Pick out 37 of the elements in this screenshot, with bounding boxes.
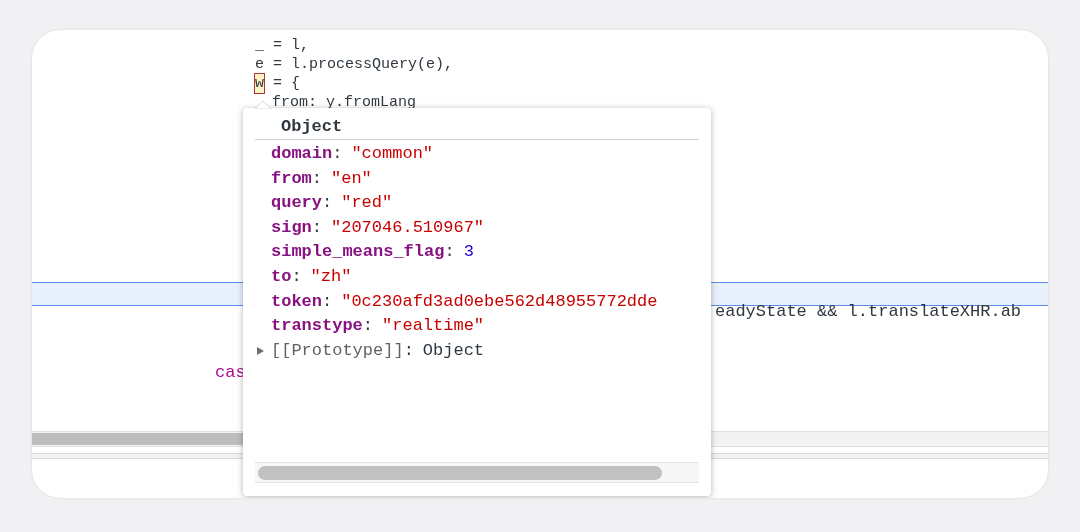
property-value: "en" (331, 167, 372, 190)
property-key: from (271, 166, 312, 192)
property-key: to (271, 264, 292, 290)
colon: : (362, 315, 374, 338)
collapsed-triangle-icon[interactable] (256, 346, 265, 357)
code-line: e = l.processQuery(e), (255, 55, 454, 74)
property-key: query (271, 191, 322, 216)
code-line: = { (272, 74, 301, 93)
colon: : (311, 167, 322, 190)
property-value: "0c230afd3ad0ebe562d48955772dde (341, 290, 658, 313)
property-value: "207046.510967" (331, 216, 485, 239)
property-key: simple_means_flag (271, 240, 445, 265)
colon: : (291, 265, 302, 288)
property-key: transtype (271, 314, 363, 339)
property-key: token (271, 289, 322, 315)
code-line: _ = l, (255, 36, 309, 55)
property-value: "zh" (310, 265, 352, 288)
code-line: eadyState && l.translateXHR.ab (715, 301, 1022, 323)
hovered-token: w (255, 74, 264, 93)
colon: : (311, 216, 322, 239)
property-value: "realtime" (382, 315, 485, 338)
popup-title: Object (281, 116, 343, 138)
prototype-label[interactable]: [[Prototype]] (271, 338, 404, 364)
property-value: "red" (341, 192, 393, 215)
colon: : (444, 241, 455, 264)
scrollbar-thumb[interactable] (258, 465, 662, 480)
code-line: cas (215, 362, 246, 384)
property-key: sign (271, 215, 312, 241)
code-line: from: y.fromLang (272, 93, 417, 112)
property-value: "common" (351, 143, 434, 165)
colon: : (332, 143, 343, 165)
colon: : (403, 339, 414, 362)
property-value: Object (422, 339, 485, 362)
property-key: domain (271, 142, 333, 167)
colon: : (322, 290, 333, 313)
property-value: 3 (463, 241, 474, 264)
colon: : (322, 192, 333, 215)
